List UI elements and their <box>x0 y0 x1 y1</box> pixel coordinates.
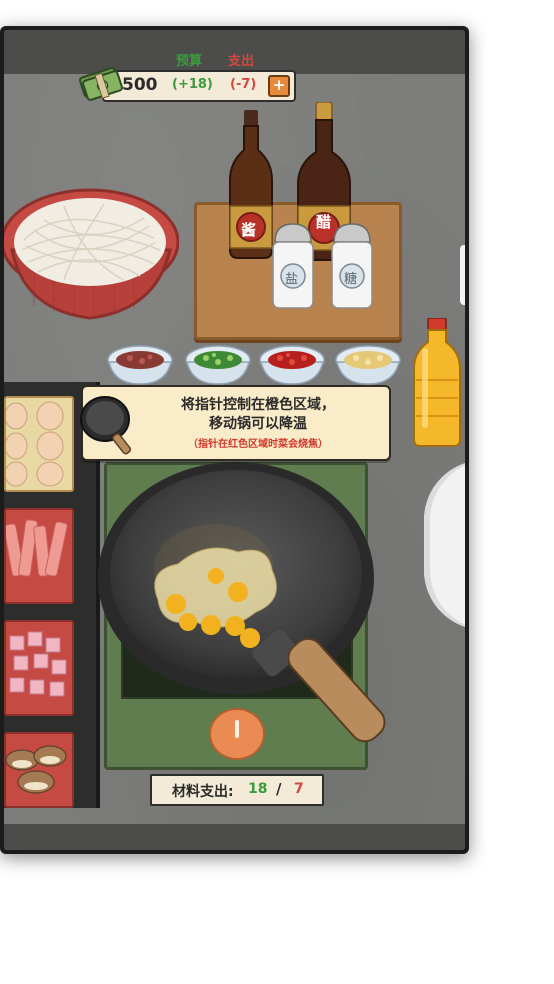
hint-line-1: 将指针控制在橙色区域， <box>181 397 335 413</box>
serving-plate[interactable] <box>424 460 465 630</box>
material-cost-panel: 材料支出: 18 / 7 <box>150 774 324 806</box>
green-onion-bowl[interactable] <box>184 340 252 388</box>
salt-label: 盐 <box>285 272 299 287</box>
oil-bottle[interactable] <box>408 318 465 448</box>
hint-line-2: 移动锅可以降温 <box>209 416 307 432</box>
garlic-bowl[interactable] <box>334 340 402 388</box>
material-cost-label: 材料支出: <box>172 784 234 800</box>
material-cost-used: 18 <box>248 781 268 797</box>
expense-value: (-7) <box>230 77 257 92</box>
salt-shaker[interactable] <box>269 220 317 312</box>
income-value: (+18) <box>172 77 213 92</box>
knob-indicator <box>235 720 239 738</box>
pork-strips-crate[interactable] <box>4 508 74 604</box>
phone-frame: 预算 支出 500 (+18) (-7) + 酱 醋 盐 糖 将指针控制在橙色区… <box>0 26 469 854</box>
game-screen: 预算 支出 500 (+18) (-7) + 酱 醋 盐 糖 将指针控制在橙色区… <box>4 30 465 850</box>
egg-crate[interactable] <box>4 396 74 492</box>
bottom-bar <box>4 824 465 850</box>
money-value: 500 <box>122 75 158 95</box>
material-cost-max: 7 <box>294 781 304 797</box>
eggs-icon <box>4 401 64 487</box>
chili-bowl[interactable] <box>258 340 326 388</box>
sugar-label: 糖 <box>344 272 358 287</box>
diced-pork-crate[interactable] <box>4 620 74 716</box>
budget-label: 预算 <box>176 54 203 69</box>
hint-panel: 将指针控制在橙色区域， 移动锅可以降温 （指针在红色区域时菜会烧焦） <box>80 385 391 461</box>
sugar-shaker[interactable] <box>328 220 376 312</box>
minced-meat-bowl[interactable] <box>106 340 174 388</box>
add-money-button[interactable]: + <box>268 75 290 97</box>
diced-pork-icon <box>9 631 67 697</box>
money-icon <box>79 67 123 101</box>
heat-knob[interactable] <box>209 708 265 760</box>
material-cost-slash: / <box>276 780 282 798</box>
spend-label: 支出 <box>228 54 255 69</box>
noodle-basket[interactable] <box>4 180 179 330</box>
hint-warning: （指针在红色区域时菜会烧焦） <box>188 439 328 450</box>
mushroom-crate[interactable] <box>4 732 74 808</box>
soy-sauce-label: 酱 <box>241 221 257 239</box>
mushroom-icon <box>5 745 67 794</box>
side-container <box>460 245 465 305</box>
pork-strips-icon <box>4 519 68 577</box>
